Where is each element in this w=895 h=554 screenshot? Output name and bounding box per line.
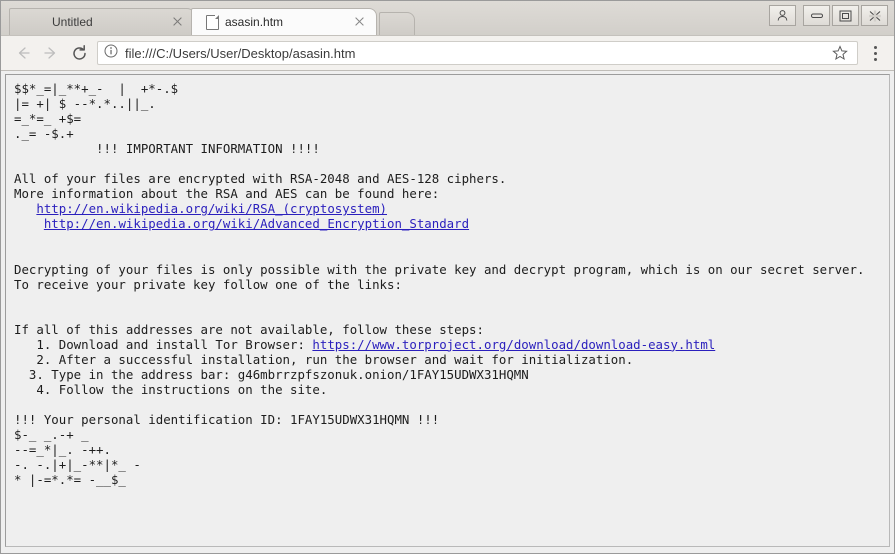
minimize-button[interactable]: [803, 5, 830, 26]
reference-link-1[interactable]: http://en.wikipedia.org/wiki/RSA_(crypto…: [36, 201, 387, 216]
maximize-button[interactable]: [832, 5, 859, 26]
page-file-icon: [206, 14, 219, 30]
url-text[interactable]: file:///C:/Users/User/Desktop/asasin.htm: [125, 46, 829, 61]
menu-dot: [873, 51, 877, 55]
page-info-icon[interactable]: [104, 44, 118, 63]
ransom-note-text: $$*_=|_**+_- | +*-.$ |= +| $ --*.*..||_.…: [14, 81, 865, 488]
tab-asasin-label: asasin.htm: [225, 15, 284, 29]
new-tab-button[interactable]: [379, 12, 415, 35]
forward-button[interactable]: [37, 39, 65, 67]
page-viewport: $$*_=|_**+_- | +*-.$ |= +| $ --*.*..||_.…: [1, 71, 894, 553]
tab-untitled-label: Untitled: [52, 15, 93, 29]
ransom-note-page: $$*_=|_**+_- | +*-.$ |= +| $ --*.*..||_.…: [5, 74, 890, 547]
tor-download-link[interactable]: https://www.torproject.org/download/down…: [312, 337, 715, 352]
tab-untitled-close-icon[interactable]: [170, 14, 186, 30]
address-bar[interactable]: file:///C:/Users/User/Desktop/asasin.htm: [97, 41, 858, 65]
back-button[interactable]: [9, 39, 37, 67]
reload-button[interactable]: [65, 39, 93, 67]
browser-toolbar: file:///C:/Users/User/Desktop/asasin.htm: [1, 35, 894, 71]
menu-dot: [873, 57, 877, 61]
close-button[interactable]: [861, 5, 888, 26]
bookmark-star-icon[interactable]: [829, 42, 851, 64]
tab-asasin-close-icon[interactable]: [352, 14, 368, 30]
reference-link-2[interactable]: http://en.wikipedia.org/wiki/Advanced_En…: [44, 216, 469, 231]
menu-dot: [873, 45, 877, 49]
chrome-menu-button[interactable]: [864, 40, 886, 66]
window-controls: [769, 5, 888, 26]
tab-asasin[interactable]: asasin.htm: [191, 8, 377, 35]
browser-window: Untitled asasin.htm file:///C:/Users/Use…: [0, 0, 895, 554]
profile-icon[interactable]: [769, 5, 796, 26]
tab-strip: Untitled asasin.htm: [1, 1, 894, 35]
tab-untitled[interactable]: Untitled: [9, 8, 195, 35]
